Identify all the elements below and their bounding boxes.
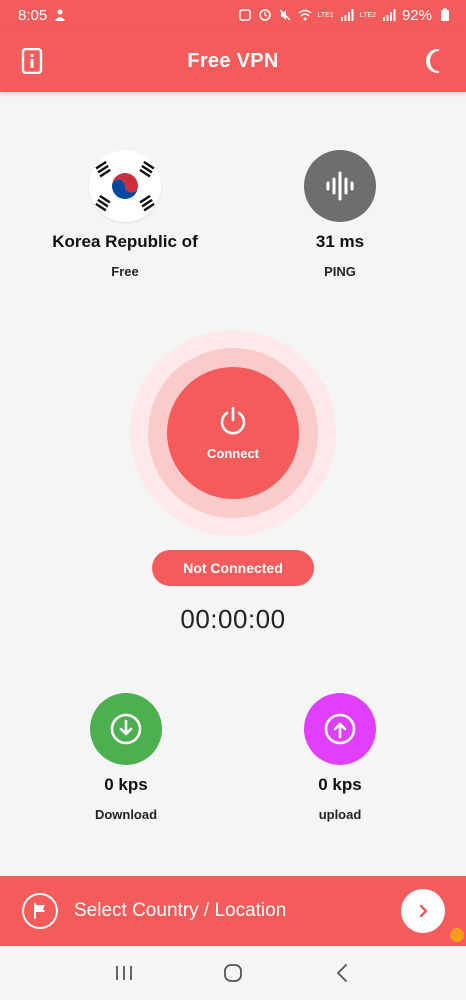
server-tier: Free — [111, 264, 139, 279]
app-bar: Free VPN — [0, 30, 466, 92]
alarm-icon — [238, 9, 251, 21]
connection-timer: 00:00:00 — [180, 604, 286, 634]
flag-icon — [22, 893, 58, 929]
battery-icon — [441, 8, 449, 21]
wifi-icon — [298, 9, 311, 21]
network-1-label: LTE1 — [317, 11, 334, 19]
ping-info: 31 ms PING — [260, 150, 420, 279]
audio-wave-icon — [304, 150, 376, 222]
recent-apps-icon — [116, 966, 133, 980]
server-info: Korea Republic of Free — [40, 150, 210, 279]
download-speed: 0 kps — [104, 775, 148, 794]
app-title: Free VPN — [187, 49, 279, 72]
power-icon — [220, 406, 246, 434]
south-korea-flag-icon — [89, 150, 161, 222]
signal-icon — [382, 9, 396, 21]
connection-status-badge: Not Connected — [152, 550, 314, 586]
download-arrow-icon — [90, 693, 162, 765]
upload-speed: 0 kps — [318, 775, 362, 794]
home-icon — [224, 964, 242, 982]
ping-value: 31 ms — [315, 232, 365, 251]
battery-percent: 92% — [401, 6, 432, 24]
server-country: Korea Republic of — [52, 232, 198, 251]
network-2-label: LTE2 — [359, 11, 376, 19]
mute-icon — [279, 9, 291, 21]
upload-stats: 0 kps upload — [270, 693, 410, 822]
info-icon — [21, 47, 43, 75]
signal-icon — [340, 9, 354, 21]
download-stats: 0 kps Download — [56, 693, 196, 822]
back-icon — [336, 964, 347, 982]
select-country-label: Select Country / Location — [74, 900, 287, 921]
clock-icon — [258, 9, 271, 21]
connect-button[interactable]: Connect — [167, 367, 299, 499]
moon-icon — [425, 48, 440, 74]
info-button[interactable] — [20, 47, 44, 75]
connect-label: Connect — [207, 445, 259, 461]
home-button[interactable] — [218, 958, 248, 988]
status-bar: 8:05 LTE1 LTE2 92% — [0, 0, 466, 30]
system-nav-bar — [0, 946, 466, 1000]
upload-arrow-icon — [304, 693, 376, 765]
download-label: Download — [94, 807, 158, 822]
select-country-button[interactable]: Select Country / Location — [0, 876, 466, 946]
upload-label: upload — [318, 807, 362, 822]
notification-icon — [55, 9, 66, 21]
overlay-badge-icon — [450, 928, 464, 942]
theme-toggle-button[interactable] — [424, 48, 448, 74]
back-button[interactable] — [327, 958, 357, 988]
chevron-right-icon[interactable] — [401, 889, 445, 933]
recent-apps-button[interactable] — [109, 958, 139, 988]
status-time: 8:05 — [18, 6, 48, 24]
ping-label: PING — [324, 264, 356, 279]
